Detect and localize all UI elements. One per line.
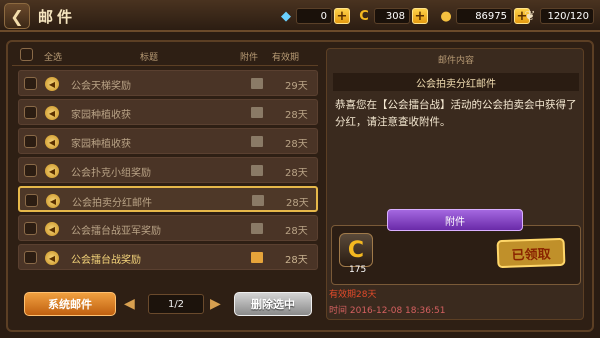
row-title: 公会擂台战亚军奖励 (71, 226, 161, 237)
add-diamond-button[interactable]: + (334, 8, 350, 24)
title-column-header: 标题 (140, 53, 159, 63)
claimed-stamp: 已领取 (496, 237, 566, 269)
gift-icon (251, 78, 263, 89)
expire-text: 有效期28天 (329, 290, 377, 300)
row-checkbox[interactable] (24, 106, 37, 119)
speaker-icon: ◀ (45, 164, 59, 178)
mail-row[interactable]: ◀ 家园种植收获 28天 (18, 128, 318, 154)
mail-subject: 公会拍卖分红邮件 (333, 73, 579, 91)
mail-list-panel: 全选 标题 附件 有效期 ◀ 公会天梯奖励 29天 ◀ 家园种植收获 28天 ◀ 家园种植收获… (12, 44, 318, 322)
row-days: 28天 (285, 226, 308, 237)
prev-page-icon[interactable]: ◀ (124, 296, 135, 312)
mail-row[interactable]: ◀ 家园种植收获 28天 (18, 99, 318, 125)
row-days: 28天 (285, 168, 308, 179)
delete-selected-button[interactable]: 删除选中 (234, 292, 312, 316)
coupon-value: 308 (374, 8, 410, 24)
row-checkbox[interactable] (24, 135, 37, 148)
next-page-icon[interactable]: ▶ (210, 296, 221, 312)
row-checkbox[interactable] (25, 194, 38, 207)
row-days: 28天 (285, 255, 308, 266)
speaker-icon: ◀ (45, 77, 59, 91)
mail-row[interactable]: ◀ 公会擂台战奖励 28天 (18, 244, 318, 270)
row-days: 28天 (286, 198, 309, 209)
gold-value: 86975 (456, 8, 512, 24)
mail-row[interactable]: ◀ 公会扑克小组奖励 28天 (18, 157, 318, 183)
mail-row[interactable]: ◀ 公会拍卖分红邮件 28天 (18, 186, 318, 212)
gift-icon (252, 195, 264, 206)
gift-icon (251, 107, 263, 118)
speaker-icon: ◀ (45, 106, 59, 120)
list-footer: 系统邮件 ◀ 1/2 ▶ 删除选中 (12, 288, 318, 322)
add-coupon-button[interactable]: + (412, 8, 428, 24)
page-indicator: 1/2 (148, 294, 204, 314)
gift-icon (251, 136, 263, 147)
stamina-value: 120/120 (540, 8, 594, 24)
row-title: 家园种植收获 (71, 110, 131, 121)
row-checkbox[interactable] (24, 222, 37, 235)
row-days: 28天 (285, 139, 308, 150)
speaker-icon: ◀ (46, 194, 60, 208)
gold-coin-icon: ● (440, 8, 452, 24)
wing-icon: ❦ (524, 8, 536, 24)
speaker-icon: ◀ (45, 222, 59, 236)
speaker-icon: ◀ (45, 251, 59, 265)
row-title: 公会拍卖分红邮件 (72, 198, 152, 209)
mail-body: 恭喜您在【公会擂台战】活动的公会拍卖会中获得了分红，请注意查收附件。 (335, 99, 577, 128)
row-checkbox[interactable] (24, 164, 37, 177)
diamond-value: 0 (296, 8, 332, 24)
row-days: 28天 (285, 110, 308, 121)
row-title: 公会天梯奖励 (71, 81, 131, 92)
item-quantity: 175 (349, 265, 367, 275)
attachment-ribbon: 附件 (387, 209, 523, 231)
row-title: 家园种植收获 (71, 139, 131, 150)
list-header: 全选 标题 附件 有效期 (12, 44, 318, 66)
row-title: 公会擂台战奖励 (71, 255, 141, 266)
row-checkbox[interactable] (24, 251, 37, 264)
row-title: 公会扑克小组奖励 (71, 168, 151, 179)
gift-icon (251, 223, 263, 234)
row-checkbox[interactable] (24, 77, 37, 90)
coupon-resource: C 308 + (354, 6, 428, 26)
c-coin-icon[interactable]: C (339, 233, 373, 267)
select-all-checkbox[interactable] (20, 48, 33, 61)
diamond-resource: ◆ 0 + (276, 6, 350, 26)
gold-resource: ● 86975 + (436, 6, 530, 26)
back-arrow-icon[interactable]: ❮ (4, 3, 30, 29)
mail-detail-panel: 邮件内容 公会拍卖分红邮件 恭喜您在【公会擂台战】活动的公会拍卖会中获得了分红，… (326, 48, 584, 320)
c-coin-icon: C (359, 8, 369, 24)
row-days: 29天 (285, 81, 308, 92)
speaker-icon: ◀ (45, 135, 59, 149)
mail-row[interactable]: ◀ 公会擂台战亚军奖励 28天 (18, 215, 318, 241)
stamina-resource: ❦ 120/120 (520, 6, 594, 26)
mail-row[interactable]: ◀ 公会天梯奖励 29天 (18, 70, 318, 96)
diamond-icon: ◆ (281, 8, 291, 24)
time-text: 时间 2016-12-08 18:36:51 (329, 306, 446, 316)
page-title: 邮件 (38, 8, 77, 26)
top-bar: ❮ 邮件 ◆ 0 + C 308 + ● 86975 + ❦ 120/120 (0, 0, 600, 32)
select-all-label: 全选 (44, 53, 63, 63)
validity-column-header: 有效期 (272, 53, 300, 63)
gift-icon (251, 252, 263, 263)
system-mail-button[interactable]: 系统邮件 (24, 292, 116, 316)
attachment-column-header: 附件 (240, 53, 259, 63)
gift-icon (251, 165, 263, 176)
detail-header: 邮件内容 (437, 56, 474, 66)
